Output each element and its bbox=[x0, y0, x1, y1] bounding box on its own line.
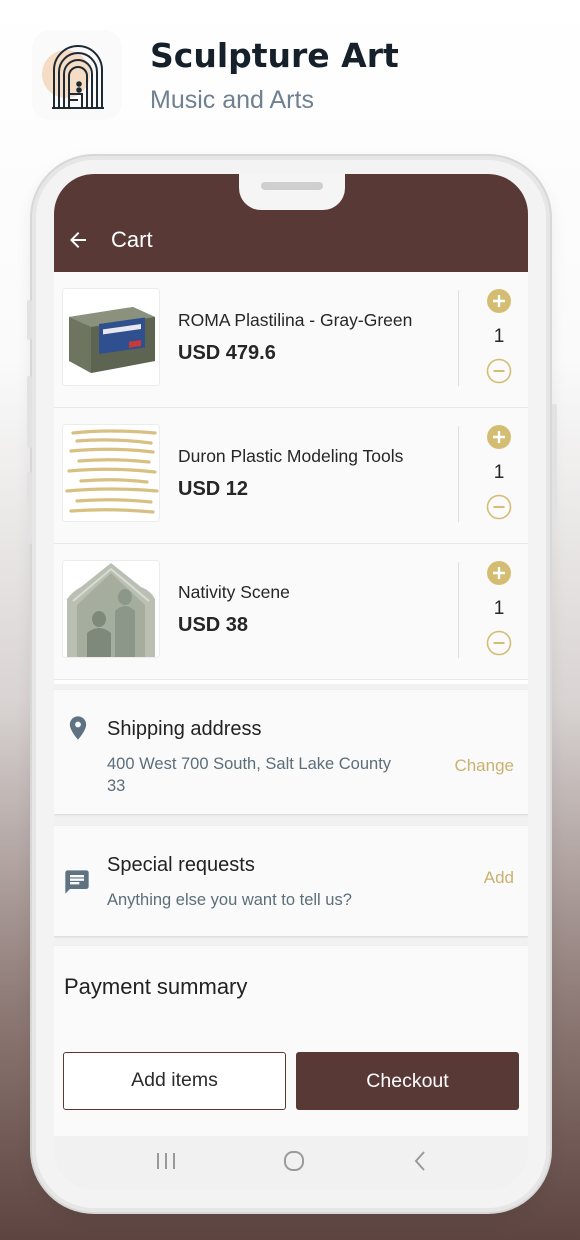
phone-screen: Cart ROMA Plastilina - Gray-Green USD 47… bbox=[54, 174, 528, 1190]
app-name: Sculpture Art bbox=[150, 36, 399, 75]
shipping-address-line1: 400 West 700 South, Salt Lake County bbox=[107, 755, 392, 773]
quantity-value: 1 bbox=[493, 598, 505, 619]
special-requests-card[interactable]: Special requests Anything else you want … bbox=[54, 826, 528, 936]
payment-summary-card: Payment summary Add items Checkout bbox=[54, 946, 528, 1136]
add-items-button[interactable]: Add items bbox=[63, 1052, 286, 1110]
plus-circle-icon[interactable] bbox=[486, 424, 512, 450]
cart-item[interactable]: ROMA Plastilina - Gray-Green USD 479.6 1 bbox=[54, 272, 528, 408]
item-name: Duron Plastic Modeling Tools bbox=[178, 446, 404, 466]
quantity-value: 1 bbox=[493, 462, 505, 483]
shipping-address-line2: 33 bbox=[107, 777, 126, 795]
plus-circle-icon[interactable] bbox=[486, 560, 512, 586]
message-icon bbox=[63, 868, 91, 896]
back-nav-icon[interactable] bbox=[408, 1148, 434, 1174]
back-arrow-icon[interactable] bbox=[66, 228, 90, 252]
phone-side-button bbox=[27, 376, 32, 448]
item-price: USD 38 bbox=[178, 614, 249, 636]
item-price: USD 12 bbox=[178, 478, 249, 500]
system-nav-bar bbox=[54, 1136, 528, 1190]
shipping-address-card: Shipping address 400 West 700 South, Sal… bbox=[54, 690, 528, 814]
payment-summary-title: Payment summary bbox=[64, 974, 248, 999]
app-logo bbox=[32, 30, 122, 120]
location-pin-icon bbox=[64, 714, 92, 742]
nativity-relief-image bbox=[62, 560, 160, 658]
divider bbox=[458, 426, 459, 522]
plus-circle-icon[interactable] bbox=[486, 288, 512, 314]
minus-circle-icon[interactable] bbox=[486, 630, 512, 656]
phone-power-button bbox=[552, 404, 557, 522]
page-title: Cart bbox=[111, 227, 153, 252]
app-header: Sculpture Art Music and Arts bbox=[32, 30, 552, 130]
home-icon[interactable] bbox=[281, 1148, 307, 1174]
cart-item[interactable]: Duron Plastic Modeling Tools USD 12 1 bbox=[54, 408, 528, 544]
add-request-link[interactable]: Add bbox=[484, 868, 514, 888]
checkout-button[interactable]: Checkout bbox=[296, 1052, 519, 1110]
item-name: ROMA Plastilina - Gray-Green bbox=[178, 310, 413, 330]
divider bbox=[458, 290, 459, 386]
clay-block-image bbox=[62, 288, 160, 386]
phone-frame: Cart ROMA Plastilina - Gray-Green USD 47… bbox=[27, 156, 557, 1212]
special-requests-title: Special requests bbox=[107, 854, 255, 876]
app-category: Music and Arts bbox=[150, 86, 314, 114]
phone-side-button bbox=[27, 472, 32, 544]
app-bar: Cart bbox=[54, 174, 528, 272]
modeling-tools-image bbox=[62, 424, 160, 522]
phone-speaker bbox=[261, 182, 323, 190]
recent-apps-icon[interactable] bbox=[153, 1148, 179, 1174]
cart-item[interactable]: Nativity Scene USD 38 1 bbox=[54, 544, 528, 680]
shipping-title: Shipping address bbox=[107, 718, 262, 740]
arch-logo-icon bbox=[42, 45, 104, 109]
change-address-link[interactable]: Change bbox=[454, 756, 514, 776]
phone-notch bbox=[239, 174, 345, 210]
minus-circle-icon[interactable] bbox=[486, 494, 512, 520]
quantity-value: 1 bbox=[493, 326, 505, 347]
item-name: Nativity Scene bbox=[178, 582, 290, 602]
item-price: USD 479.6 bbox=[178, 342, 276, 364]
special-requests-placeholder[interactable]: Anything else you want to tell us? bbox=[107, 890, 352, 911]
cart-item-list: ROMA Plastilina - Gray-Green USD 479.6 1 bbox=[54, 272, 528, 684]
phone-side-button bbox=[27, 300, 32, 340]
divider bbox=[458, 562, 459, 658]
minus-circle-icon[interactable] bbox=[486, 358, 512, 384]
